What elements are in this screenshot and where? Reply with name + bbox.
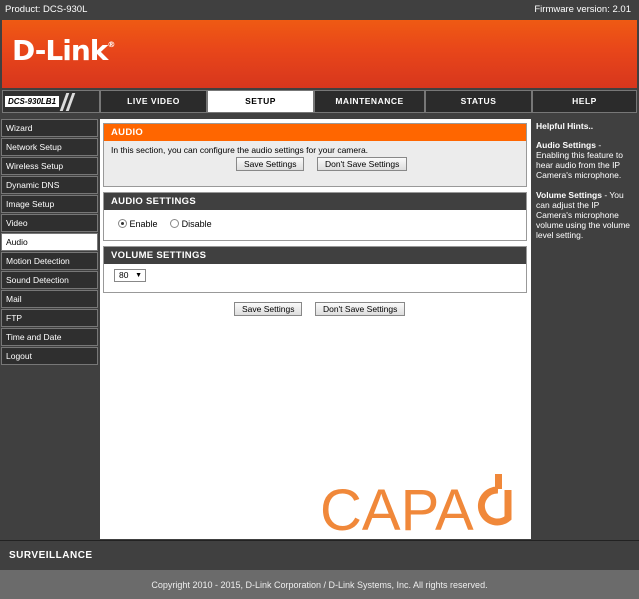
dlink-logo: D-Link® [12, 34, 115, 67]
volume-settings-panel: VOLUME SETTINGS 80 ▼ [103, 246, 527, 293]
sidebar-item-sound-detection[interactable]: Sound Detection [1, 271, 98, 289]
sidebar-item-wizard[interactable]: Wizard [1, 119, 98, 137]
tab-live-video[interactable]: LIVE VIDEO [100, 90, 207, 113]
model-badge: DCS-930LB1 [2, 90, 100, 113]
audio-panel: AUDIO In this section, you can configure… [103, 123, 527, 187]
disable-label: Disable [181, 219, 212, 229]
save-settings-button[interactable]: Save Settings [236, 157, 305, 171]
dont-save-settings-button[interactable]: Don't Save Settings [316, 157, 408, 171]
tab-maintenance[interactable]: MAINTENANCE [314, 90, 425, 113]
audio-panel-title: AUDIO [104, 124, 526, 141]
sidebar-item-logout[interactable]: Logout [1, 347, 98, 365]
top-bar: Product: DCS-930L Firmware version: 2.01 [0, 0, 639, 18]
volume-value: 80 [119, 270, 129, 280]
sidebar-item-dynamic-dns[interactable]: Dynamic DNS [1, 176, 98, 194]
helpful-hints: Helpful Hints.. Audio Settings - Enablin… [532, 119, 637, 539]
volume-select[interactable]: 80 ▼ [114, 269, 146, 282]
sidebar-item-video[interactable]: Video [1, 214, 98, 232]
sidebar-item-audio[interactable]: Audio [1, 233, 98, 251]
chevron-down-icon: ▼ [135, 272, 142, 279]
surveillance-band: SURVEILLANCE [0, 540, 639, 570]
dont-save-settings-button-bottom[interactable]: Don't Save Settings [314, 302, 406, 316]
save-settings-button-bottom[interactable]: Save Settings [234, 302, 303, 316]
tab-help[interactable]: HELP [532, 90, 637, 113]
audio-description: In this section, you can configure the a… [111, 145, 369, 155]
sidebar-item-motion-detection[interactable]: Motion Detection [1, 252, 98, 270]
surveillance-label: SURVEILLANCE [9, 550, 93, 561]
capa-text: CAPA [320, 478, 474, 534]
sidebar-item-mail[interactable]: Mail [1, 290, 98, 308]
dlink-banner: D-Link® [2, 20, 637, 88]
audio-settings-panel: AUDIO SETTINGS Enable Disable [103, 192, 527, 241]
tab-status[interactable]: STATUS [425, 90, 532, 113]
model-label: DCS-930LB1 [5, 96, 60, 107]
sidebar-item-ftp[interactable]: FTP [1, 309, 98, 327]
hints-title: Helpful Hints.. [536, 121, 594, 131]
audio-settings-title: AUDIO SETTINGS [104, 193, 526, 210]
sidebar-item-network-setup[interactable]: Network Setup [1, 138, 98, 156]
sidebar-item-time-and-date[interactable]: Time and Date [1, 328, 98, 346]
hint-volume: Volume Settings - You can adjust the IP … [536, 190, 631, 240]
hint-audio: Audio Settings - Enabling this feature t… [536, 140, 623, 180]
top-navigation: DCS-930LB1 LIVE VIDEO SETUP MAINTENANCE … [2, 90, 637, 113]
capa-nine-logo [477, 474, 512, 526]
tab-setup[interactable]: SETUP [207, 90, 314, 113]
firmware-label: Firmware version: 2.01 [534, 4, 631, 15]
product-label: Product: DCS-930L [5, 4, 88, 15]
disable-radio[interactable] [170, 219, 180, 229]
enable-radio[interactable] [118, 219, 127, 229]
sidebar-item-image-setup[interactable]: Image Setup [1, 195, 98, 213]
sidebar-item-wireless-setup[interactable]: Wireless Setup [1, 157, 98, 175]
copyright-footer: Copyright 2010 - 2015, D-Link Corporatio… [0, 570, 639, 599]
capa-watermark: CAPA [320, 474, 512, 534]
volume-settings-title: VOLUME SETTINGS [104, 247, 526, 264]
enable-label: Enable [129, 219, 158, 229]
bottom-button-row: Save Settings Don't Save Settings [234, 302, 406, 316]
sidebar: Wizard Network Setup Wireless Setup Dyna… [0, 119, 99, 539]
main-content: AUDIO In this section, you can configure… [100, 119, 531, 539]
